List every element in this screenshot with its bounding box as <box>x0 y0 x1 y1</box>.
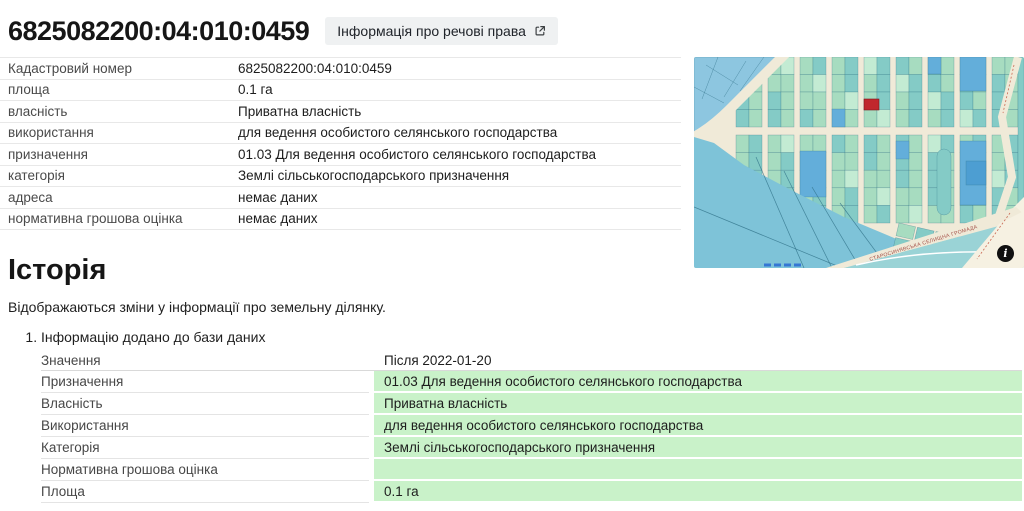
row-value: Землі сільськогосподарського призначення <box>238 168 509 183</box>
property-rights-button[interactable]: Інформація про речові права <box>325 17 558 45</box>
row-label: використання <box>8 125 238 140</box>
row-value: 0.1 га <box>238 82 273 97</box>
row-value-changed: 0.1 га <box>374 481 1022 503</box>
table-row: категоріяЗемлі сільськогосподарського пр… <box>0 166 681 188</box>
row-value: для ведення особистого селянського госпо… <box>238 125 557 140</box>
row-label: Категорія <box>41 437 369 459</box>
history-table-header-row: Значення Після 2022-01-20 <box>41 351 1022 371</box>
row-value-changed: для ведення особистого селянського госпо… <box>374 415 1022 437</box>
table-row: КатегоріяЗемлі сільськогосподарського пр… <box>41 437 1022 459</box>
cadastral-map-canvas: СТАРОСИНЯВСЬКА СЕЛИЩНА ГРОМАДА <box>694 57 1024 268</box>
row-label: Власність <box>41 393 369 415</box>
row-value: немає даних <box>238 190 318 205</box>
row-value: немає даних <box>238 211 318 226</box>
external-link-icon <box>534 25 546 37</box>
page-header: 6825082200:04:010:0459 Інформація про ре… <box>0 0 1024 52</box>
table-row: Кадастровий номер6825082200:04:010:0459 <box>0 58 681 80</box>
row-label: Використання <box>41 415 369 437</box>
row-label: призначення <box>8 147 238 162</box>
page-title: 6825082200:04:010:0459 <box>8 16 309 47</box>
row-label: власність <box>8 104 238 119</box>
property-rights-button-label: Інформація про речові права <box>337 23 526 39</box>
row-value-changed: Землі сільськогосподарського призначення <box>374 437 1022 459</box>
row-label: категорія <box>8 168 238 183</box>
row-value-changed: 01.03 Для ведення особистого селянського… <box>374 371 1022 393</box>
row-label: нормативна грошова оцінка <box>8 211 238 226</box>
history-entry: Інформацію додано до бази даних Значення… <box>41 329 1024 511</box>
history-table: Значення Після 2022-01-20 Призначення01.03… <box>41 351 1022 503</box>
cadastral-map[interactable]: СТАРОСИНЯВСЬКА СЕЛИЩНА ГРОМАДА i <box>694 57 1024 268</box>
column-header: Значення <box>41 351 369 369</box>
map-info-icon[interactable]: i <box>997 245 1014 262</box>
history-description: Відображаються зміни у інформації про зе… <box>8 299 1024 315</box>
history-section: Історія Відображаються зміни у інформаці… <box>8 254 1024 511</box>
cadastral-parcel-page: 6825082200:04:010:0459 Інформація про ре… <box>0 0 1024 511</box>
table-row: власністьПриватна власність <box>0 101 681 123</box>
row-label: Нормативна грошова оцінка <box>41 459 369 481</box>
row-value: Приватна власність <box>238 104 361 119</box>
parcel-info-table: Кадастровий номер6825082200:04:010:0459п… <box>0 57 681 230</box>
table-row: Використаннядля ведення особистого селян… <box>41 415 1022 437</box>
history-entry-title: Інформацію додано до бази даних <box>41 329 1024 345</box>
row-label: Призначення <box>41 371 369 393</box>
row-label: Площа <box>41 481 369 503</box>
column-header: Після 2022-01-20 <box>374 351 1022 369</box>
row-value-changed <box>374 459 1022 481</box>
row-value: 6825082200:04:010:0459 <box>238 61 392 76</box>
row-label: Кадастровий номер <box>8 61 238 76</box>
table-row: Площа0.1 га <box>41 481 1022 503</box>
row-value: 01.03 Для ведення особистого селянського… <box>238 147 596 162</box>
parcel-overview: Кадастровий номер6825082200:04:010:0459п… <box>0 57 1024 230</box>
row-label: площа <box>8 82 238 97</box>
table-row: використаннядля ведення особистого селян… <box>0 123 681 145</box>
table-row: Нормативна грошова оцінка <box>41 459 1022 481</box>
table-row: призначення01.03 Для ведення особистого … <box>0 144 681 166</box>
table-row: площа0.1 га <box>0 80 681 102</box>
selected-parcel-highlight <box>864 99 879 110</box>
table-row: ВласністьПриватна власність <box>41 393 1022 415</box>
table-row: нормативна грошова оцінканемає даних <box>0 209 681 231</box>
row-value-changed: Приватна власність <box>374 393 1022 415</box>
history-entries-list: Інформацію додано до бази даних Значення… <box>8 329 1024 511</box>
table-row: адресанемає даних <box>0 187 681 209</box>
table-row: Призначення01.03 Для ведення особистого … <box>41 371 1022 393</box>
row-label: адреса <box>8 190 238 205</box>
